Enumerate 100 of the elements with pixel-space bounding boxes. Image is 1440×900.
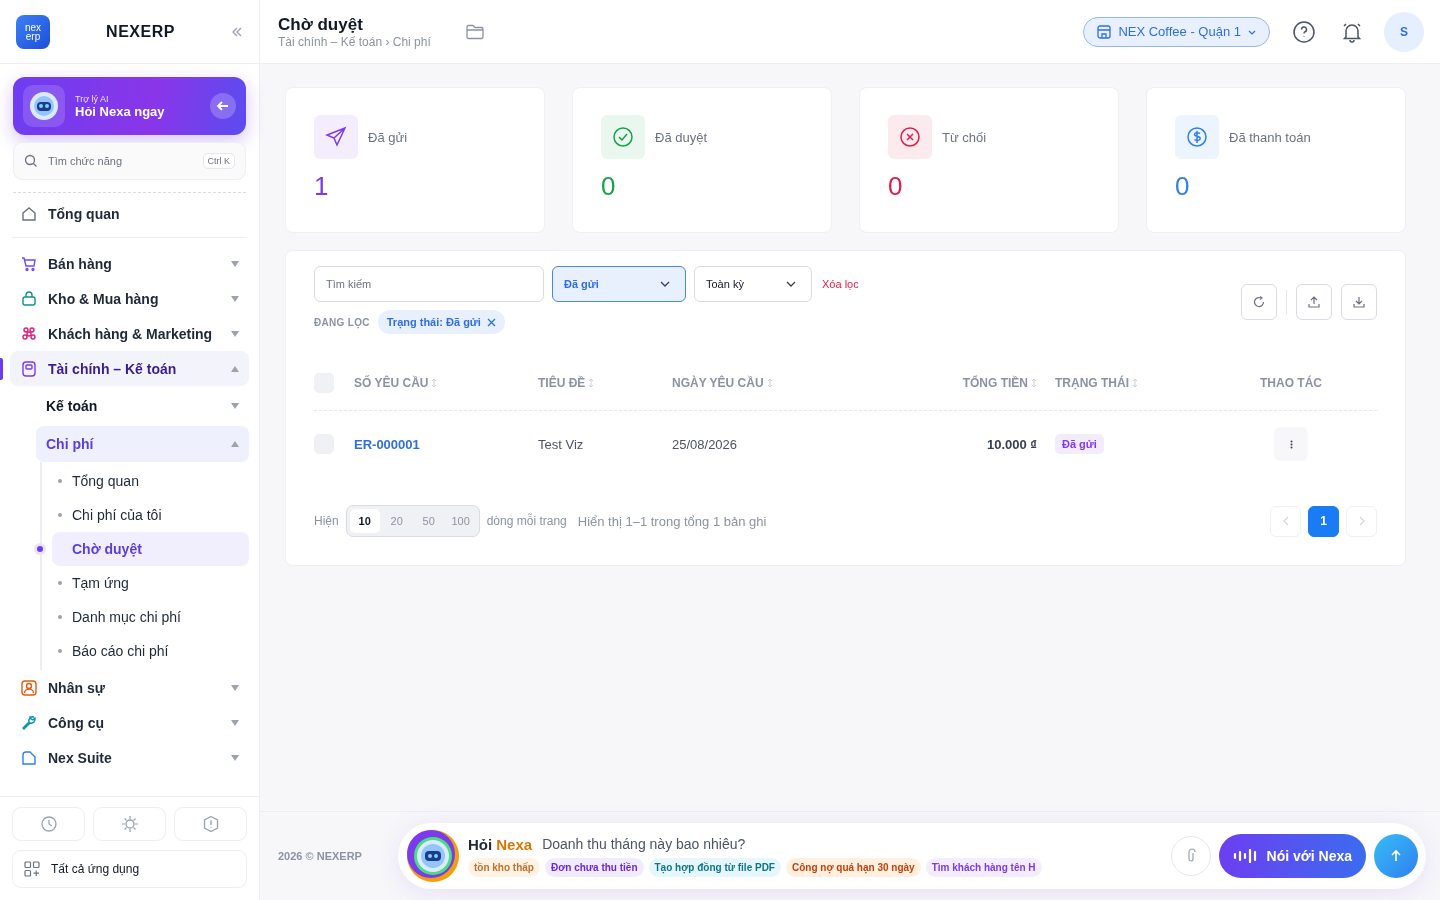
clear-filter-link[interactable]: Xóa lọc <box>822 278 859 290</box>
robot-icon <box>405 829 460 883</box>
suggestion-chip[interactable]: Đơn chưa thu tiền <box>544 858 644 877</box>
suggestion-chip[interactable]: Công nợ quá hạn 30 ngày <box>785 858 921 877</box>
suggestion-chip[interactable]: tồn kho thấp <box>467 858 540 877</box>
stat-label: Đã duyệt <box>655 129 708 145</box>
help-icon[interactable] <box>1292 19 1316 44</box>
sort-icon[interactable] <box>766 378 773 388</box>
table-cell-text: Test Viz <box>538 436 585 452</box>
column-header[interactable]: THAO TÁC <box>1205 376 1377 390</box>
nav-leaf-item[interactable]: Tổng quan <box>52 464 249 498</box>
page-size-option[interactable]: 50 <box>413 509 444 533</box>
branch-selector[interactable]: NEX Coffee - Quận 1 <box>1083 16 1270 47</box>
nav-item[interactable]: Bán hàng <box>10 246 249 281</box>
status-select[interactable]: Đã gửi <box>552 266 686 302</box>
page-size-option[interactable]: 20 <box>381 509 412 533</box>
nav-leaf-item[interactable]: Danh mục chi phí <box>52 600 249 634</box>
sort-icon[interactable] <box>1031 378 1037 388</box>
sort-icon[interactable] <box>588 378 595 388</box>
question-field[interactable]: Doanh thu tháng này bao nhiêu? <box>540 835 1163 853</box>
send-button[interactable] <box>1374 834 1418 878</box>
column-header[interactable]: TRẠNG THÁI <box>1037 376 1205 390</box>
column-header[interactable]: SỐ YÊU CẦU <box>354 376 538 390</box>
history-button[interactable] <box>12 807 85 841</box>
upload-icon <box>1307 295 1321 309</box>
caret-icon <box>231 754 239 761</box>
page-size-option[interactable]: 100 <box>445 509 476 533</box>
caret-icon <box>231 441 239 447</box>
close-icon[interactable] <box>486 317 496 327</box>
chevron-left-icon <box>1281 516 1290 526</box>
stat-icon <box>314 115 358 159</box>
theme-button[interactable] <box>93 807 166 841</box>
download-icon <box>1352 295 1366 309</box>
table-cell-text: 10.000 ₫ <box>985 436 1037 452</box>
sort-icon[interactable] <box>1132 378 1138 388</box>
stat-value: 1 <box>314 171 330 202</box>
all-apps-button[interactable]: Tất cả ứng dụng <box>12 850 247 888</box>
more-icon <box>1289 439 1293 449</box>
nav-leaf-item[interactable]: Báo cáo chi phí <box>52 634 249 668</box>
caret-icon <box>231 403 239 409</box>
shortcut-hint: Ctrl K <box>202 153 235 169</box>
caret-icon <box>231 365 239 372</box>
folder-icon[interactable] <box>464 22 485 41</box>
stat-label: Đã gửi <box>368 129 408 145</box>
user-avatar[interactable]: S <box>1384 11 1424 52</box>
page-title: Chờ duyệt <box>278 14 364 35</box>
logo: nex erp <box>16 14 50 49</box>
search-field[interactable]: Tìm kiếm <box>314 266 544 302</box>
copyright: 2026 © NEXERP <box>278 850 362 862</box>
nav-leaf-item[interactable]: Chi phí của tôi <box>52 498 249 532</box>
column-header[interactable]: TIÊU ĐỀ <box>538 376 672 390</box>
refresh-button[interactable] <box>1241 284 1277 320</box>
column-header[interactable]: TỔNG TIỀN <box>852 376 1037 390</box>
filter-chip[interactable]: Trạng thái: Đã gửi <box>377 310 505 334</box>
nav-item[interactable]: Khách hàng & Marketing <box>10 316 249 351</box>
nav-item[interactable]: Công cụ <box>10 705 249 740</box>
download-button[interactable] <box>1341 284 1377 320</box>
ai-caption: Trợ lý AI <box>75 93 110 104</box>
nav-icon <box>20 254 38 273</box>
per-page-label: dòng mỗi trang <box>486 514 567 528</box>
period-select[interactable]: Toàn kỳ <box>694 266 812 302</box>
voice-button[interactable]: Nói với Nexa <box>1218 834 1366 878</box>
stat-icon <box>1175 115 1219 159</box>
upload-button[interactable] <box>1296 284 1332 320</box>
previous-page-button[interactable] <box>1270 505 1301 537</box>
nav-subitem[interactable]: Kế toán <box>36 388 249 424</box>
stat-value: 0 <box>1175 171 1191 202</box>
nav-subitem[interactable]: Chi phí <box>36 426 249 462</box>
active-filters-label: ĐANG LỌC <box>314 316 370 328</box>
nav-item[interactable]: Nex Suite <box>10 740 249 775</box>
caret-icon <box>231 330 239 337</box>
stat-icon <box>601 115 645 159</box>
report-button[interactable] <box>174 807 247 841</box>
page-size-option[interactable]: 10 <box>349 509 380 533</box>
record-summary: Hiển thị 1–1 trong tổng 1 bản ghi <box>577 513 767 529</box>
nav-icon <box>20 324 38 343</box>
more-button[interactable] <box>1274 427 1308 461</box>
ai-assistant-card[interactable]: Trợ lý AI Hỏi Nexa ngay <box>13 77 246 135</box>
robot-icon <box>29 91 59 121</box>
stat-label: Từ chối <box>942 129 987 145</box>
page-button[interactable]: 1 <box>1308 505 1339 537</box>
sound-wave-icon <box>1232 849 1259 863</box>
suggestion-chip[interactable]: Tạo hợp đồng từ file PDF <box>648 858 781 877</box>
nav-item[interactable]: Nhân sự <box>10 670 249 705</box>
arrow-up-icon <box>1389 849 1403 863</box>
column-header[interactable]: NGÀY YÊU CẦU <box>672 376 852 390</box>
sort-icon[interactable] <box>431 378 438 388</box>
nav-item[interactable]: Tổng quan <box>10 196 249 231</box>
search-field[interactable]: Tìm chức năng <box>46 154 195 168</box>
next-page-button[interactable] <box>1346 505 1377 537</box>
suggestion-chip[interactable]: Tìm khách hàng tên H <box>925 858 1042 877</box>
active-dot <box>37 546 43 552</box>
collapse-icon[interactable] <box>231 25 243 38</box>
request-id-link[interactable]: ER-000001 <box>354 436 538 452</box>
nav-leaf-item[interactable]: Tạm ứng <box>52 566 249 600</box>
nav-item[interactable]: Kho & Mua hàng <box>10 281 249 316</box>
nav-icon <box>20 713 38 732</box>
arrow-left-icon[interactable] <box>210 93 236 119</box>
status-badge: Đã gửi <box>1055 434 1104 454</box>
nav-icon <box>20 748 38 767</box>
